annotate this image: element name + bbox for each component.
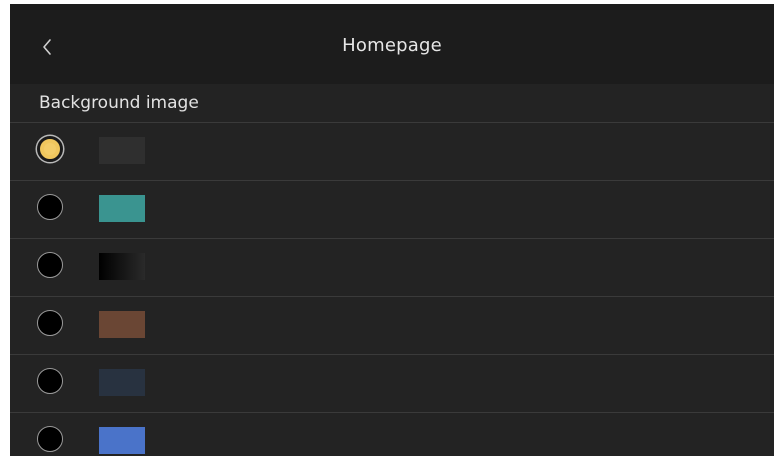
background-option-list [10, 122, 774, 456]
background-option-row[interactable] [10, 180, 774, 238]
background-swatch [99, 137, 145, 164]
background-swatch [99, 195, 145, 222]
page-title: Homepage [342, 35, 442, 56]
background-swatch [99, 311, 145, 338]
background-option-row[interactable] [10, 296, 774, 354]
background-swatch [99, 427, 145, 454]
radio-button[interactable] [37, 368, 63, 394]
radio-button[interactable] [37, 194, 63, 220]
header-bar: Homepage [10, 4, 774, 84]
radio-button[interactable] [37, 426, 63, 452]
background-option-row[interactable] [10, 122, 774, 180]
radio-button[interactable] [37, 252, 63, 278]
background-swatch [99, 369, 145, 396]
section-label: Background image [39, 93, 199, 113]
radio-button-selected[interactable] [37, 136, 63, 162]
background-option-row[interactable] [10, 412, 774, 456]
homepage-settings-screen: Homepage Background image [10, 4, 774, 456]
background-swatch [99, 253, 145, 280]
background-option-row[interactable] [10, 238, 774, 296]
radio-button[interactable] [37, 310, 63, 336]
background-option-row[interactable] [10, 354, 774, 412]
